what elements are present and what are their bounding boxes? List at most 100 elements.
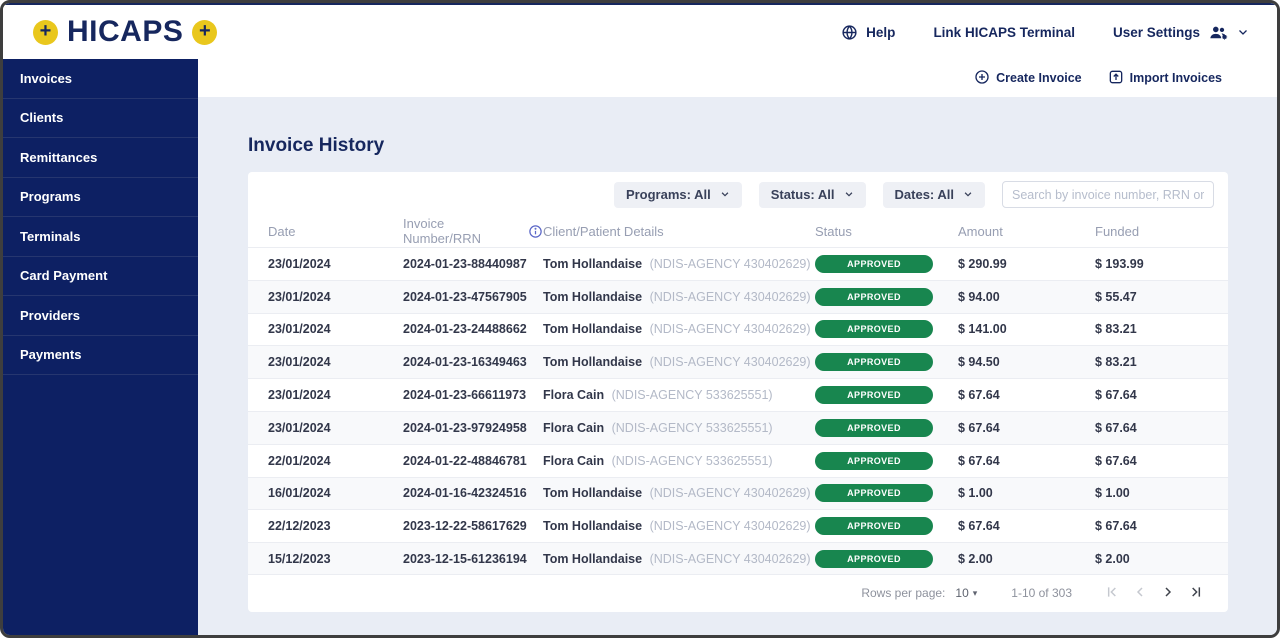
invoice-table-row[interactable]: 23/01/2024 2024-01-23-16349463 Tom Holla… [248,345,1228,378]
cell-invoice: 2024-01-16-42324516 [403,486,543,500]
client-agency: (NDIS-AGENCY 430402629) [650,355,811,369]
sidebar-item-remittances[interactable]: Remittances [3,138,198,178]
invoice-table-row[interactable]: 23/01/2024 2024-01-23-88440987 Tom Holla… [248,247,1228,280]
cell-amount: $ 67.64 [958,388,1095,402]
client-name: Flora Cain [543,454,604,468]
cell-status: APPROVED [815,550,958,568]
cell-amount: $ 67.64 [958,454,1095,468]
cell-client: Tom Hollandaise (NDIS-AGENCY 430402629) [543,519,815,533]
last-page-icon [1188,584,1204,603]
plus-circle-icon: + [192,20,217,45]
cell-invoice: 2023-12-15-61236194 [403,552,543,566]
cell-invoice: 2024-01-23-24488662 [403,322,543,336]
first-page-button[interactable] [1098,581,1126,605]
rows-per-page-select[interactable]: 10 ▾ [955,586,977,600]
info-circle-icon[interactable] [528,224,543,239]
column-header-status: Status [815,224,958,239]
cell-amount: $ 290.99 [958,257,1095,271]
cell-client: Tom Hollandaise (NDIS-AGENCY 430402629) [543,290,815,304]
status-badge: APPROVED [815,320,933,338]
cell-invoice: 2024-01-23-47567905 [403,290,543,304]
cell-funded: $ 55.47 [1095,290,1228,304]
sidebar-item-terminals[interactable]: Terminals [3,217,198,257]
table-header-row: Date Invoice Number/RRN Client/Patient D… [248,215,1228,247]
client-name: Tom Hollandaise [543,552,642,566]
create-invoice-button[interactable]: Create Invoice [974,69,1081,88]
pagination-bar: Rows per page: 10 ▾ 1-10 of 303 [248,575,1228,612]
status-filter-dropdown[interactable]: Status: All [759,182,866,208]
hicaps-logo: + HICAPS + [33,15,217,49]
cell-funded: $ 67.64 [1095,388,1228,402]
sidebar-item-payments[interactable]: Payments [3,336,198,376]
cell-amount: $ 94.00 [958,290,1095,304]
invoice-table-row[interactable]: 23/01/2024 2024-01-23-24488662 Tom Holla… [248,313,1228,346]
status-badge: APPROVED [815,386,933,404]
sidebar-item-providers[interactable]: Providers [3,296,198,336]
plus-circle-icon: + [33,20,58,45]
programs-filter-dropdown[interactable]: Programs: All [614,182,742,208]
globe-icon [841,24,858,41]
status-badge: APPROVED [815,288,933,306]
cell-date: 23/01/2024 [268,290,403,304]
status-badge: APPROVED [815,452,933,470]
column-header-amount: Amount [958,224,1095,239]
chevron-down-icon [720,187,730,202]
cell-status: APPROVED [815,452,958,470]
cell-funded: $ 1.00 [1095,486,1228,500]
client-agency: (NDIS-AGENCY 430402629) [650,257,811,271]
cell-status: APPROVED [815,255,958,273]
invoice-table-row[interactable]: 22/12/2023 2023-12-22-58617629 Tom Holla… [248,509,1228,542]
import-invoices-label: Import Invoices [1130,71,1222,85]
top-nav: Help Link HICAPS Terminal User Settings [841,24,1249,41]
cell-status: APPROVED [815,419,958,437]
sidebar-item-programs[interactable]: Programs [3,178,198,218]
client-name: Tom Hollandaise [543,355,642,369]
status-filter-label: Status: All [771,187,835,202]
circle-plus-icon [974,69,990,88]
cell-funded: $ 67.64 [1095,421,1228,435]
search-input[interactable] [1002,181,1214,208]
cell-invoice: 2023-12-22-58617629 [403,519,543,533]
people-gear-icon [1208,24,1229,41]
cell-status: APPROVED [815,517,958,535]
programs-filter-label: Programs: All [626,187,711,202]
help-link[interactable]: Help [841,24,895,41]
user-settings-label: User Settings [1113,25,1200,40]
cell-client: Tom Hollandaise (NDIS-AGENCY 430402629) [543,552,815,566]
cell-amount: $ 1.00 [958,486,1095,500]
invoice-table-row[interactable]: 15/12/2023 2023-12-15-61236194 Tom Holla… [248,542,1228,575]
cell-date: 23/01/2024 [268,355,403,369]
first-page-icon [1104,584,1120,603]
cell-funded: $ 83.21 [1095,322,1228,336]
cell-status: APPROVED [815,353,958,371]
cell-client: Tom Hollandaise (NDIS-AGENCY 430402629) [543,257,815,271]
user-settings-menu[interactable]: User Settings [1113,24,1249,41]
sidebar-item-invoices[interactable]: Invoices [3,59,198,99]
top-bar: + HICAPS + Help Link HICAPS Terminal Use… [3,3,1277,59]
cell-amount: $ 67.64 [958,519,1095,533]
invoice-table-row[interactable]: 22/01/2024 2024-01-22-48846781 Flora Cai… [248,444,1228,477]
client-agency: (NDIS-AGENCY 430402629) [650,552,811,566]
invoice-table-row[interactable]: 23/01/2024 2024-01-23-97924958 Flora Cai… [248,411,1228,444]
invoice-table-row[interactable]: 23/01/2024 2024-01-23-66611973 Flora Cai… [248,378,1228,411]
import-invoices-button[interactable]: Import Invoices [1108,69,1222,88]
last-page-button[interactable] [1182,581,1210,605]
previous-page-button[interactable] [1126,581,1154,605]
rows-per-page-label: Rows per page: [861,586,945,600]
dates-filter-dropdown[interactable]: Dates: All [883,182,985,208]
link-hicaps-terminal-link[interactable]: Link HICAPS Terminal [933,25,1075,40]
invoice-table-row[interactable]: 23/01/2024 2024-01-23-47567905 Tom Holla… [248,280,1228,313]
chevron-down-icon [963,187,973,202]
page-title: Invoice History [248,135,1222,157]
link-terminal-label: Link HICAPS Terminal [933,25,1075,40]
cell-date: 22/01/2024 [268,454,403,468]
client-name: Tom Hollandaise [543,519,642,533]
next-page-button[interactable] [1154,581,1182,605]
sidebar-item-clients[interactable]: Clients [3,99,198,139]
client-name: Flora Cain [543,388,604,402]
sidebar-item-card-payment[interactable]: Card Payment [3,257,198,297]
dates-filter-label: Dates: All [895,187,954,202]
cell-client: Flora Cain (NDIS-AGENCY 533625551) [543,388,815,402]
invoice-table-row[interactable]: 16/01/2024 2024-01-16-42324516 Tom Holla… [248,477,1228,510]
cell-date: 16/01/2024 [268,486,403,500]
